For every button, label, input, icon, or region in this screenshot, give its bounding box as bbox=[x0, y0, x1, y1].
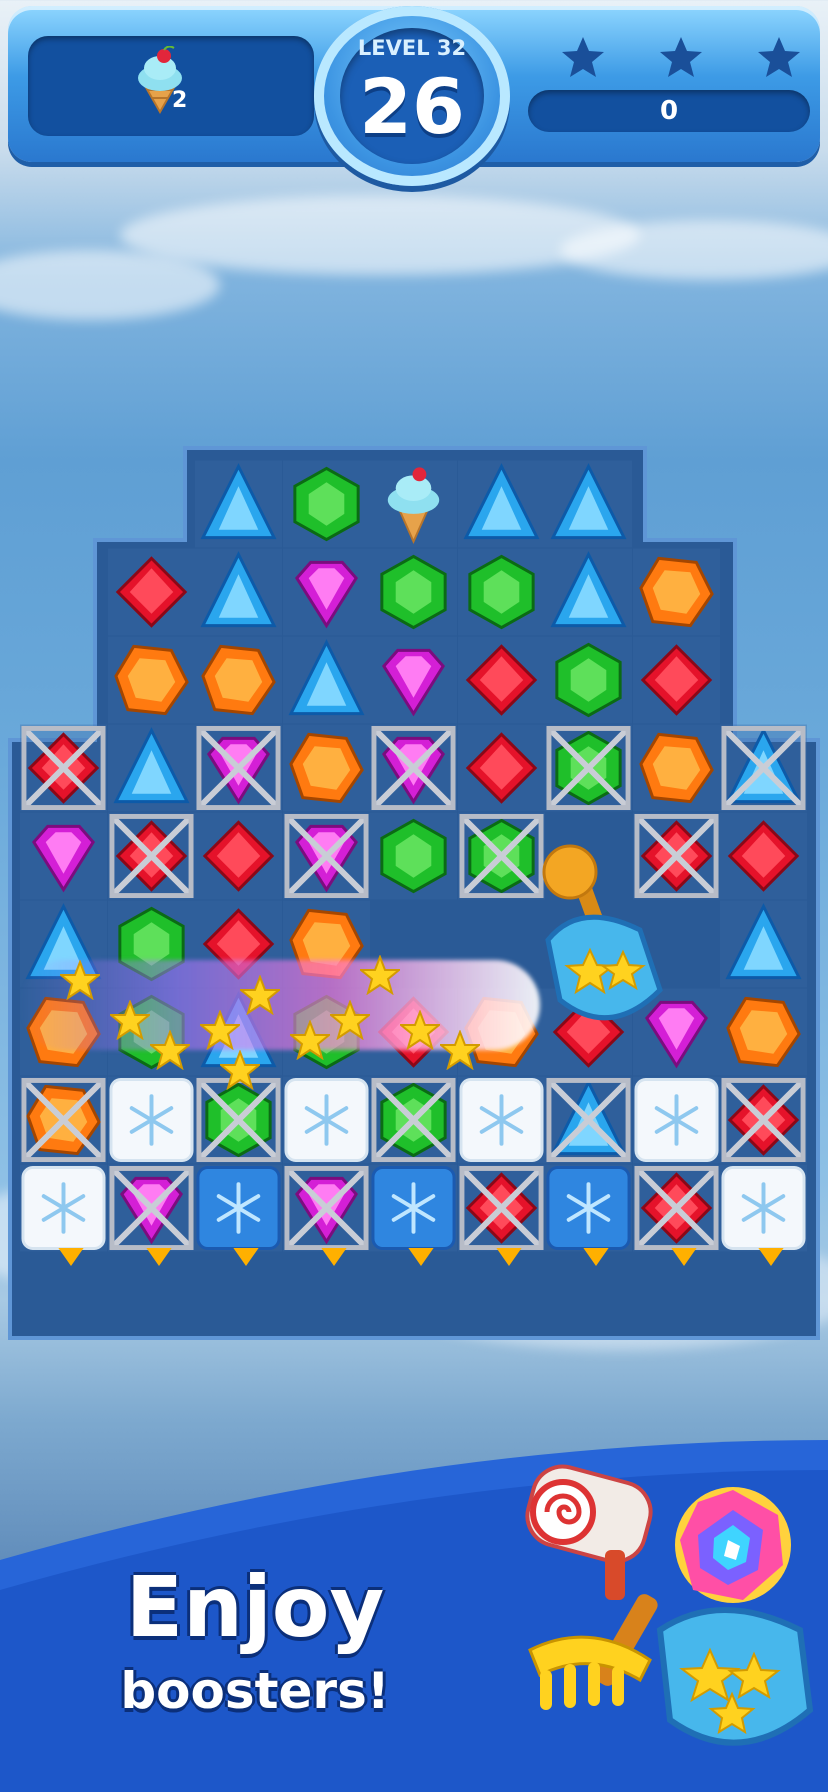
sparkle-star-icon bbox=[288, 1019, 332, 1061]
orange-gem[interactable] bbox=[282, 724, 370, 812]
green-gem[interactable] bbox=[370, 812, 457, 900]
red-gem-chained[interactable] bbox=[457, 1164, 545, 1252]
blue-gem[interactable] bbox=[720, 900, 807, 988]
green-gem[interactable] bbox=[545, 636, 632, 724]
hammer-booster-icon bbox=[515, 1460, 675, 1600]
purple-gem-chained[interactable] bbox=[282, 812, 370, 900]
promo-subheadline: boosters! bbox=[120, 1662, 390, 1720]
sparkle-star-icon bbox=[58, 959, 102, 1001]
blue-gem[interactable] bbox=[282, 636, 370, 724]
sparkle-star-icon bbox=[198, 1009, 242, 1051]
orange-gem[interactable] bbox=[107, 636, 195, 724]
blue-gem-chained[interactable] bbox=[545, 1076, 632, 1164]
scoop-booster-icon bbox=[520, 840, 670, 1040]
purple-gem-chained[interactable] bbox=[370, 724, 457, 812]
snow-block[interactable] bbox=[457, 1076, 545, 1164]
red-gem-chained[interactable] bbox=[20, 724, 107, 812]
drop-arrow-icon bbox=[320, 1248, 347, 1266]
blue-gem[interactable] bbox=[107, 724, 195, 812]
snow-block[interactable] bbox=[632, 1076, 720, 1164]
sparkle-star-icon bbox=[438, 1029, 482, 1071]
sparkle-star-icon bbox=[108, 999, 152, 1041]
promo-headline: Enjoy bbox=[125, 1558, 385, 1656]
green-gem[interactable] bbox=[370, 548, 457, 636]
sparkle-star-icon bbox=[358, 954, 402, 996]
sparkle-star-icon bbox=[148, 1029, 192, 1071]
blue-gem[interactable] bbox=[457, 460, 545, 548]
purple-gem[interactable] bbox=[282, 548, 370, 636]
red-gem[interactable] bbox=[457, 724, 545, 812]
blue-gem[interactable] bbox=[195, 460, 282, 548]
green-gem[interactable] bbox=[282, 460, 370, 548]
orange-gem[interactable] bbox=[195, 636, 282, 724]
promo-banner: Enjoy boosters! bbox=[0, 1440, 828, 1792]
drop-arrow-icon bbox=[232, 1248, 259, 1266]
drop-arrow-icon bbox=[407, 1248, 434, 1266]
sparkle-star-icon bbox=[218, 1049, 262, 1091]
blue-gem[interactable] bbox=[195, 548, 282, 636]
blue-gem[interactable] bbox=[545, 548, 632, 636]
green-gem-chained[interactable] bbox=[545, 724, 632, 812]
drop-arrow-icon bbox=[757, 1248, 784, 1266]
red-gem[interactable] bbox=[720, 812, 807, 900]
purple-gem-chained[interactable] bbox=[195, 724, 282, 812]
red-gem[interactable] bbox=[195, 812, 282, 900]
red-gem-chained[interactable] bbox=[720, 1076, 807, 1164]
purple-gem-chained[interactable] bbox=[282, 1164, 370, 1252]
drop-arrow-icon bbox=[582, 1248, 609, 1266]
orange-gem[interactable] bbox=[632, 724, 720, 812]
green-gem[interactable] bbox=[457, 548, 545, 636]
drop-arrow-icon bbox=[670, 1248, 697, 1266]
red-gem-chained[interactable] bbox=[632, 1164, 720, 1252]
drop-arrow-icon bbox=[145, 1248, 172, 1266]
orange-gem-chained[interactable] bbox=[20, 1076, 107, 1164]
blue-gem-chained[interactable] bbox=[720, 724, 807, 812]
drop-arrow-icon bbox=[495, 1248, 522, 1266]
purple-gem[interactable] bbox=[370, 636, 457, 724]
snow-block[interactable] bbox=[720, 1164, 807, 1252]
snow-block[interactable] bbox=[107, 1076, 195, 1164]
orange-gem[interactable] bbox=[720, 988, 807, 1076]
red-gem-chained[interactable] bbox=[107, 812, 195, 900]
red-gem[interactable] bbox=[457, 636, 545, 724]
sparkle-star-icon bbox=[328, 999, 372, 1041]
frozen-snow-block[interactable] bbox=[545, 1164, 632, 1252]
snow-block[interactable] bbox=[20, 1164, 107, 1252]
green-gem-chained[interactable] bbox=[370, 1076, 457, 1164]
sparkle-star-icon bbox=[238, 974, 282, 1016]
orange-gem[interactable] bbox=[632, 548, 720, 636]
ice-cream-goal-piece[interactable] bbox=[370, 460, 457, 548]
drop-arrow-icon bbox=[57, 1248, 84, 1266]
sparkle-star-icon bbox=[398, 1009, 442, 1051]
blue-gem[interactable] bbox=[545, 460, 632, 548]
red-gem[interactable] bbox=[107, 548, 195, 636]
snow-block[interactable] bbox=[282, 1076, 370, 1164]
frozen-snow-block[interactable] bbox=[370, 1164, 457, 1252]
scoop-booster-icon bbox=[650, 1590, 820, 1770]
purple-gem-chained[interactable] bbox=[107, 1164, 195, 1252]
frozen-snow-block[interactable] bbox=[195, 1164, 282, 1252]
red-gem[interactable] bbox=[632, 636, 720, 724]
purple-gem[interactable] bbox=[20, 812, 107, 900]
